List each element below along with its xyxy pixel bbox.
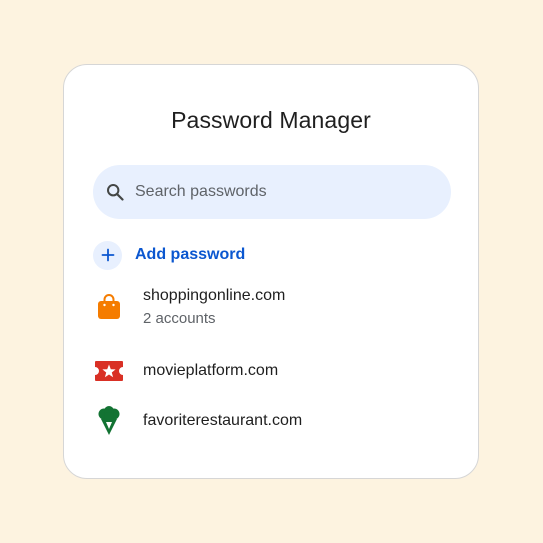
- add-password-button[interactable]: Add password: [93, 240, 245, 270]
- site-name: movieplatform.com: [143, 362, 279, 379]
- site-name: shoppingonline.com: [143, 287, 286, 304]
- list-item-movieplatform[interactable]: movieplatform.com: [93, 355, 278, 387]
- plus-icon: [101, 248, 114, 262]
- add-icon-circle: [93, 240, 122, 270]
- account-count: 2 accounts: [143, 310, 216, 327]
- ice-cream-icon: [93, 405, 125, 437]
- search-input[interactable]: Search passwords: [135, 183, 267, 201]
- search-bar[interactable]: Search passwords: [93, 165, 451, 219]
- list-item-favoriterestaurant[interactable]: favoriterestaurant.com: [93, 405, 302, 437]
- password-manager-card: Password Manager Search passwords Add pa…: [63, 64, 479, 479]
- ticket-star-icon: [93, 355, 125, 387]
- list-item-shoppingonline[interactable]: shoppingonline.com 2 accounts: [93, 287, 285, 327]
- add-password-label: Add password: [135, 246, 246, 263]
- shopping-bag-icon: [93, 291, 125, 323]
- search-icon: [106, 183, 124, 201]
- page-title: Password Manager: [171, 107, 371, 133]
- site-name: favoriterestaurant.com: [143, 412, 303, 429]
